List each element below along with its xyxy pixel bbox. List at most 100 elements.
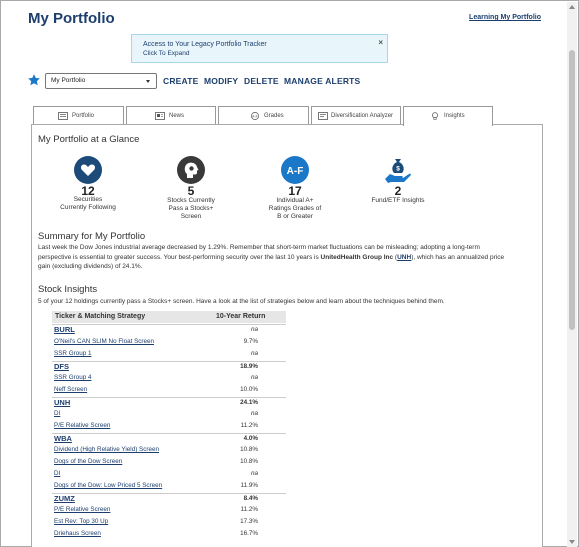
return-value: 11.2%	[240, 422, 258, 429]
star-icon[interactable]	[27, 73, 41, 87]
summary-text-segment: , which has an annualized price	[413, 253, 505, 261]
portfolio-select[interactable]: My Portfolio	[45, 73, 157, 89]
svg-text:A-F: A-F	[252, 114, 258, 118]
learning-link[interactable]: Learning My Portfolio	[469, 14, 541, 21]
tab-label: Portfolio	[72, 113, 95, 119]
tab-diversification-analyzer[interactable]: Diversification Analyzer	[311, 106, 401, 125]
vertical-scrollbar[interactable]	[567, 2, 577, 547]
strategy-link[interactable]: P/E Relative Screen	[54, 506, 110, 513]
table-row: Driehaus Screen 16.7%	[52, 529, 286, 540]
return-value: 4.0%	[243, 435, 258, 442]
return-value: 8.4%	[243, 495, 258, 502]
strategy-link[interactable]: Est Rev: Top 30 Up	[54, 518, 108, 525]
return-value: 11.9%	[240, 482, 258, 489]
strategy-link[interactable]: Driehaus Screen	[54, 530, 101, 537]
table-row: WBA 4.0%	[52, 433, 286, 444]
return-value: 18.9%	[240, 363, 258, 370]
table-row: Dogs of the Dow Screen 10.8%	[52, 457, 286, 468]
return-value: 10.0%	[240, 386, 258, 393]
strategy-link[interactable]: DI	[54, 470, 60, 477]
ticker-link[interactable]: BURL	[54, 325, 75, 334]
ticker-link[interactable]: DFS	[54, 362, 69, 371]
strategy-link[interactable]: P/E Relative Screen	[54, 422, 110, 429]
app-window: My Portfolio Learning My Portfolio Acces…	[0, 0, 579, 547]
summary-line: gain (excluding dividends) of 24.1%.	[38, 263, 143, 270]
strategy-link[interactable]: Dividend (High Relative Yield) Screen	[54, 446, 159, 453]
stat-label-line: Pass a Stocks+	[168, 205, 214, 212]
tab-label: Diversification Analyzer	[331, 113, 394, 119]
strategy-link[interactable]: DI	[54, 410, 60, 417]
tab-label: News	[169, 113, 185, 119]
return-value: 24.1%	[240, 399, 258, 406]
delete-button[interactable]: DELETE	[244, 76, 279, 86]
create-button[interactable]: CREATE	[163, 76, 199, 86]
table-row: P/E Relative Screen 11.2%	[52, 421, 286, 432]
table-row: Est Rev: Top 30 Up 17.3%	[52, 517, 286, 528]
summary-line: Last week the Dow Jones industrial avera…	[38, 244, 480, 251]
best-security-name: UnitedHealth Group Inc	[320, 253, 394, 261]
strategy-link[interactable]: SSR Group 1	[54, 350, 91, 357]
stock-insights-heading: Stock Insights	[38, 284, 98, 295]
unh-link[interactable]: UNH	[397, 254, 411, 261]
table-row: BURL na	[52, 324, 286, 335]
tab-portfolio[interactable]: Portfolio	[33, 106, 124, 125]
tab-label: Grades	[264, 113, 284, 119]
strategy-link[interactable]: Neff Screen	[54, 386, 87, 393]
strategy-link[interactable]: Dogs of the Dow: Low Priced 5 Screen	[54, 482, 162, 489]
stat-label-line: B or Greater	[277, 213, 313, 220]
return-value: na	[250, 410, 258, 417]
tab-news[interactable]: News	[126, 106, 216, 125]
col-10-year-return: 10-Year Return	[216, 313, 266, 320]
table-row: Dividend (High Relative Yield) Screen 10.…	[52, 445, 286, 456]
stat-label-line: Securities	[73, 196, 103, 203]
scroll-up-icon[interactable]	[569, 5, 575, 9]
manage-alerts-button[interactable]: MANAGE ALERTS	[284, 76, 360, 86]
strategy-link[interactable]: SSR Group 4	[54, 374, 91, 381]
table-row: DFS 18.9%	[52, 361, 286, 372]
tab-grades[interactable]: A-F Grades	[218, 106, 309, 125]
col-ticker-strategy: Ticker & Matching Strategy	[55, 313, 146, 320]
glance-heading: My Portfolio at a Glance	[38, 134, 140, 145]
return-value: na	[250, 374, 258, 381]
scroll-thumb[interactable]	[569, 50, 575, 330]
summary-text-segment: perspective is essential to greater succ…	[38, 253, 321, 261]
stock-insights-intro: 5 of your 12 holdings currently pass a S…	[38, 298, 445, 305]
table-row: O'Neil's CAN SLIM No Float Screen 9.7%	[52, 337, 286, 348]
ticker-link[interactable]: WBA	[54, 434, 72, 443]
summary-heading: Summary for My Portfolio	[38, 231, 146, 242]
page-title: My Portfolio	[28, 10, 115, 27]
summary-line: perspective is essential to greater succ…	[38, 253, 505, 261]
stat-fund-insights-label: Fund/ETF Insights	[358, 197, 438, 205]
stat-securities-label: Securities Currently Following	[48, 196, 128, 212]
tab-label: Insights	[444, 113, 465, 119]
tab-insights[interactable]: Insights	[403, 106, 493, 126]
stat-stocks-pass-value: 5	[187, 184, 195, 198]
notice-subtitle: Click To Expand	[143, 50, 190, 57]
tab-bar: Portfolio News A-F Grades Diversificatio…	[31, 106, 546, 126]
grade-af-icon: A-F	[281, 156, 309, 184]
strategy-link[interactable]: O'Neil's CAN SLIM No Float Screen	[54, 338, 154, 345]
close-icon[interactable]: ×	[378, 38, 383, 47]
return-value: na	[250, 326, 258, 333]
grades-icon: A-F	[251, 112, 259, 120]
ticker-link[interactable]: ZUMZ	[54, 494, 75, 503]
strategy-link[interactable]: Dogs of the Dow Screen	[54, 458, 122, 465]
stat-grades-label: Individual A+ Ratings Grades of B or Gre…	[255, 197, 335, 221]
stat-label-line: Ratings Grades of	[268, 205, 322, 212]
scroll-down-icon[interactable]	[569, 540, 575, 544]
stat-grades-value: 17	[288, 184, 302, 198]
lightbulb-icon	[432, 112, 438, 120]
table-row: ZUMZ 8.4%	[52, 493, 286, 504]
ticker-link[interactable]: UNH	[54, 398, 70, 407]
stat-label-line: Individual A+	[276, 197, 314, 204]
legacy-tracker-notice[interactable]: Access to Your Legacy Portfolio Tracker …	[131, 34, 388, 63]
modify-button[interactable]: MODIFY	[204, 76, 238, 86]
table-header: Ticker & Matching Strategy 10-Year Retur…	[52, 311, 286, 323]
table-row: UNH 24.1%	[52, 397, 286, 408]
heart-icon	[74, 156, 102, 184]
return-value: 11.2%	[240, 506, 258, 513]
stat-label-line: Currently Following	[60, 204, 116, 211]
summary-text: Last week the Dow Jones industrial avera…	[38, 243, 516, 272]
return-value: 16.7%	[240, 530, 258, 537]
portfolio-icon	[58, 112, 68, 120]
